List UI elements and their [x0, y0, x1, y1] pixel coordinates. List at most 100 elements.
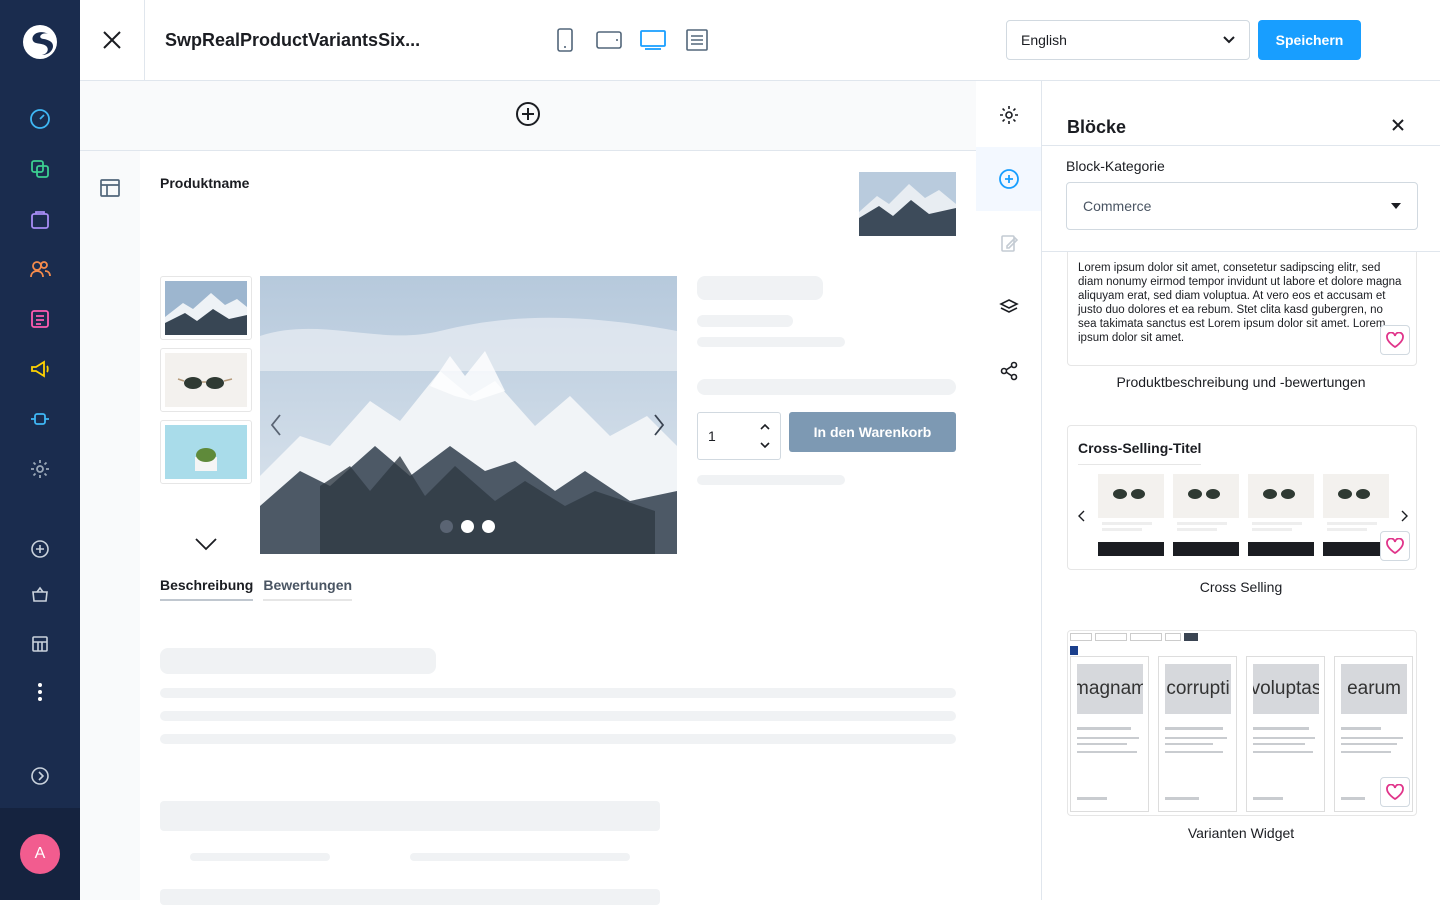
chevron-right-icon — [1400, 510, 1408, 522]
more-icon[interactable] — [26, 678, 54, 706]
gallery-dot[interactable] — [482, 520, 495, 533]
favorite-heart-icon[interactable] — [1380, 531, 1410, 561]
cross-selling-product — [1173, 474, 1239, 556]
main-navigation: A — [0, 0, 80, 900]
gallery-thumbnail[interactable] — [160, 276, 252, 340]
gallery-thumbnail[interactable] — [160, 420, 252, 484]
chevron-down-icon — [1391, 202, 1401, 209]
gallery-next-icon[interactable] — [653, 413, 665, 437]
page-title: SwpRealProductVariantsSix... — [165, 30, 421, 50]
sidebar-tool-rail — [976, 81, 1042, 900]
orders-icon[interactable] — [26, 205, 54, 233]
text-placeholder — [697, 315, 793, 327]
manufacturer-logo-image — [859, 172, 956, 236]
variant-word: magnam — [1077, 664, 1143, 714]
close-editor-button[interactable] — [80, 0, 145, 80]
product-section[interactable]: Produktname 1 In den Warenkorb Beschreib… — [140, 151, 976, 905]
product-image-gallery[interactable] — [260, 276, 677, 554]
text-placeholder — [697, 337, 845, 347]
review-placeholder — [160, 801, 660, 831]
block-category-label: Block-Kategorie — [1066, 158, 1165, 174]
expand-icon[interactable] — [26, 762, 54, 790]
panel-header: Blöcke — [1042, 81, 1440, 146]
close-panel-icon[interactable] — [1392, 119, 1404, 131]
settings-icon[interactable] — [26, 455, 54, 483]
variant-word: voluptas — [1253, 664, 1319, 714]
thumbnail-scroll-down-icon[interactable] — [194, 537, 218, 551]
text-placeholder — [160, 734, 956, 744]
gallery-prev-icon[interactable] — [270, 413, 282, 437]
store-icon[interactable] — [26, 580, 54, 608]
layout-canvas: Produktname 1 In den Warenkorb Beschreib… — [80, 81, 976, 905]
text-placeholder — [697, 475, 845, 485]
quantity-spin-icon[interactable] — [760, 421, 770, 451]
text-placeholder — [160, 711, 956, 721]
layers-tool-icon[interactable] — [976, 275, 1041, 339]
price-placeholder — [697, 276, 823, 300]
block-label: Cross Selling — [1199, 579, 1283, 595]
add-section-bar — [80, 81, 976, 151]
chevron-left-icon — [1078, 510, 1086, 522]
language-select[interactable]: English — [1006, 20, 1250, 60]
filter-chip — [1165, 633, 1181, 641]
catalogue-icon[interactable] — [26, 155, 54, 183]
settings-tool-icon[interactable] — [976, 83, 1041, 147]
product-name-label: Produktname — [160, 175, 250, 191]
chevron-down-icon — [1223, 36, 1235, 44]
save-button[interactable]: Speichern — [1258, 20, 1361, 60]
add-section-icon[interactable] — [514, 100, 542, 128]
user-area: A — [0, 808, 80, 900]
gallery-dot[interactable] — [461, 520, 474, 533]
sales-channel-icon[interactable] — [26, 630, 54, 658]
editor-header: SwpRealProductVariantsSix... English Spe… — [80, 0, 1440, 81]
filter-chip — [1070, 633, 1092, 641]
shopware-logo-icon[interactable] — [20, 22, 60, 62]
tab-description[interactable]: Beschreibung — [160, 577, 254, 601]
tab-reviews[interactable]: Bewertungen — [263, 577, 353, 601]
content-icon[interactable] — [26, 305, 54, 333]
marketing-icon[interactable] — [26, 355, 54, 383]
block-preview-variants-widget[interactable]: magnam corrupti voluptas — [1067, 630, 1417, 816]
cross-selling-product — [1248, 474, 1314, 556]
dashboard-icon[interactable] — [26, 105, 54, 133]
block-label: Varianten Widget — [1187, 825, 1295, 841]
avatar[interactable]: A — [20, 834, 60, 874]
filter-chip — [1095, 633, 1127, 641]
favorite-heart-icon[interactable] — [1380, 325, 1410, 355]
variant-filter-row — [1070, 633, 1198, 641]
desktop-icon[interactable] — [639, 26, 667, 54]
quantity-stepper[interactable]: 1 — [697, 412, 781, 460]
block-preview-cross-selling[interactable]: Cross-Selling-Titel — [1067, 425, 1417, 570]
mobile-icon[interactable] — [551, 26, 579, 54]
gallery-dot[interactable] — [440, 520, 453, 533]
block-preview-product-description[interactable]: Lorem ipsum dolor sit amet, consetetur s… — [1067, 252, 1417, 366]
gallery-thumbnail[interactable] — [160, 348, 252, 412]
tablet-icon[interactable] — [595, 26, 623, 54]
product-buy-bar — [1173, 542, 1239, 556]
review-placeholder — [160, 889, 660, 905]
share-tool-icon[interactable] — [976, 339, 1041, 403]
filter-chip — [1130, 633, 1162, 641]
variant-word: corrupti — [1165, 664, 1231, 714]
customers-icon[interactable] — [26, 255, 54, 283]
block-list: Lorem ipsum dolor sit amet, consetetur s… — [1042, 251, 1440, 900]
block-category-select[interactable]: Commerce — [1066, 182, 1418, 230]
edit-tool-icon[interactable] — [976, 211, 1041, 275]
form-icon[interactable] — [683, 26, 711, 54]
language-value: English — [1021, 32, 1067, 48]
favorite-heart-icon[interactable] — [1380, 777, 1410, 807]
extensions-icon[interactable] — [26, 405, 54, 433]
text-placeholder — [410, 853, 630, 861]
product-buy-bar — [1098, 542, 1164, 556]
text-placeholder — [190, 853, 330, 861]
cross-selling-product — [1098, 474, 1164, 556]
section-layout-icon[interactable] — [98, 176, 122, 200]
variant-placeholder — [697, 379, 956, 395]
page-indicator — [1070, 646, 1078, 655]
add-icon[interactable] — [26, 535, 54, 563]
add-to-cart-button[interactable]: In den Warenkorb — [789, 412, 956, 452]
description-tabs: Beschreibung Bewertungen — [160, 577, 353, 601]
add-block-tool-icon[interactable] — [976, 147, 1041, 211]
text-placeholder — [160, 688, 956, 698]
gallery-dots — [440, 520, 495, 533]
